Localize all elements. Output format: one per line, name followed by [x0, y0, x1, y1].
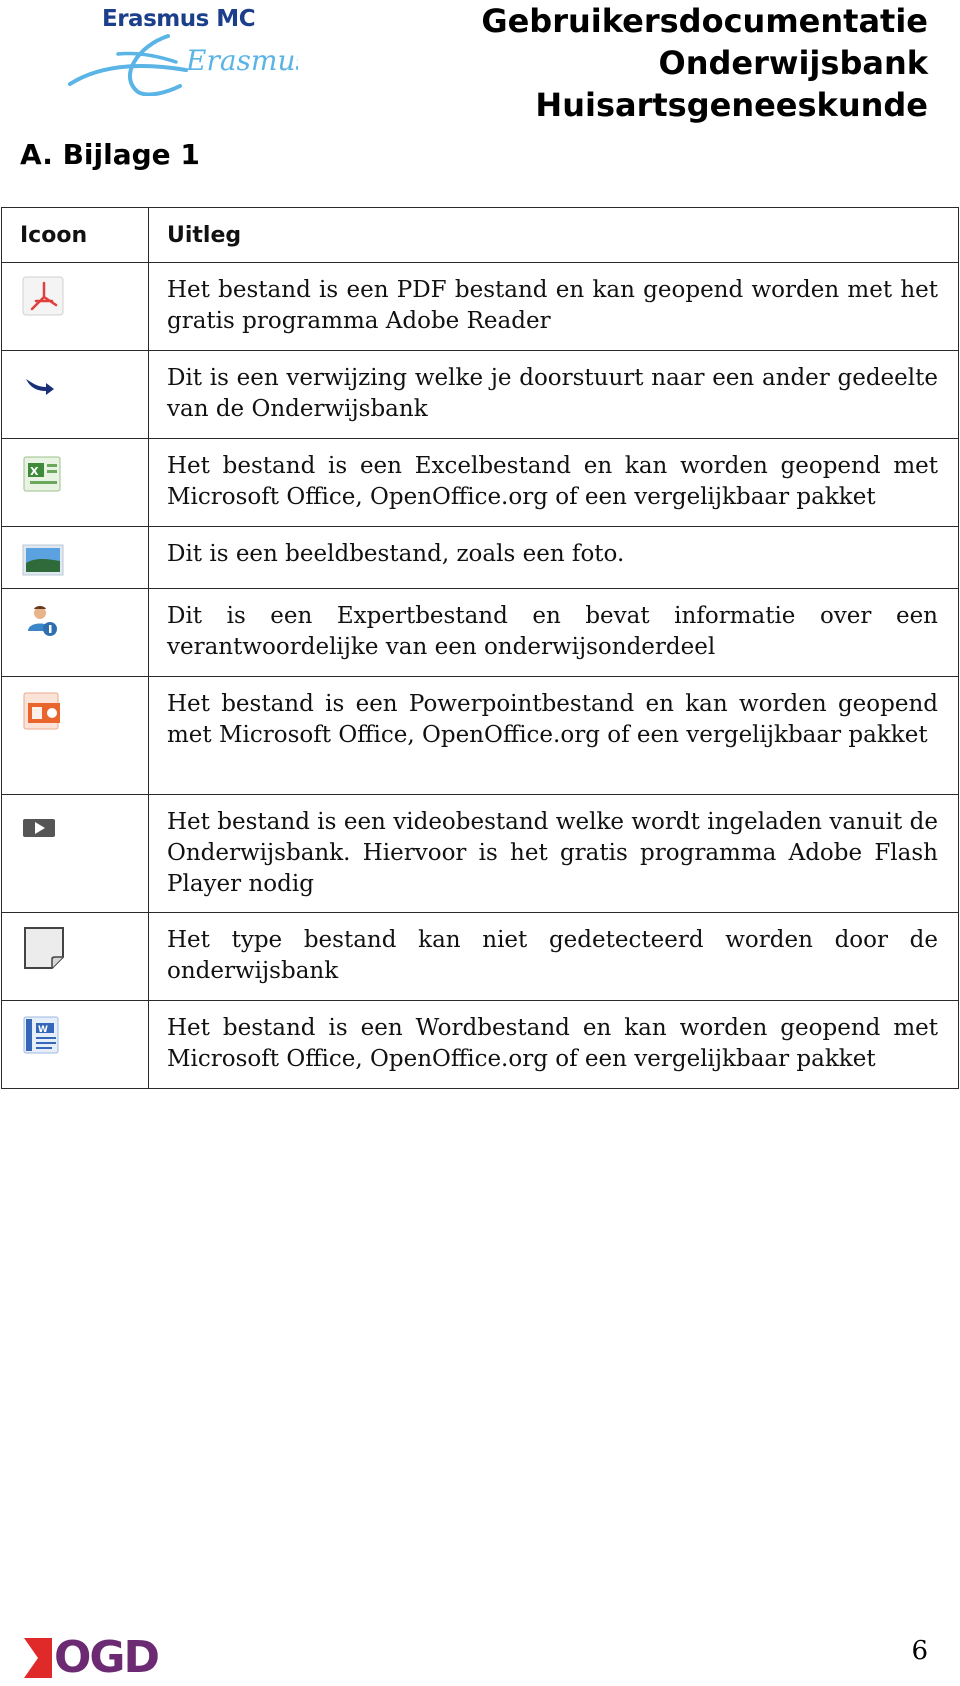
row-text: Dit is een verwijzing welke je doorstuur… — [148, 350, 959, 439]
unknown-file-icon — [24, 927, 64, 969]
row-text: Dit is een beeldbestand, zoals een foto. — [148, 526, 959, 589]
powerpoint-icon — [23, 692, 60, 730]
word-icon: W — [23, 1016, 59, 1054]
row-text: Dit is een Expertbestand en bevat inform… — [148, 588, 959, 677]
table-row: Het bestand is een Powerpointbestand en … — [1, 676, 959, 795]
table-row: Dit is een Expertbestand en bevat inform… — [1, 588, 959, 677]
table-row: Het type bestand kan niet gedetecteerd w… — [1, 912, 959, 1001]
row-text: Het bestand is een PDF bestand en kan ge… — [148, 262, 959, 351]
pdf-icon — [22, 276, 64, 316]
row-text: Het bestand is een videobestand welke wo… — [148, 794, 959, 913]
image-icon — [22, 544, 64, 576]
table-row: Het bestand is een PDF bestand en kan ge… — [1, 262, 959, 351]
header-uitleg: Uitleg — [148, 207, 959, 263]
table-header-row: Icoon Uitleg — [1, 207, 959, 263]
ogd-chevron-icon — [24, 1638, 52, 1678]
link-arrow-icon — [26, 379, 54, 395]
expert-icon — [28, 606, 57, 636]
table-row: X Het bestand is een Excelbestand en kan… — [1, 438, 959, 527]
row-text: Het bestand is een Wordbestand en kan wo… — [148, 1000, 959, 1089]
title-line-1: Gebruikersdocumentatie — [481, 2, 928, 40]
ogd-logo-text: OGD — [54, 1632, 160, 1683]
row-text: Het bestand is een Powerpointbestand en … — [148, 676, 959, 795]
svg-text:W: W — [38, 1025, 48, 1035]
title-line-2: Onderwijsbank — [658, 44, 928, 82]
row-text: Het type bestand kan niet gedetecteerd w… — [148, 912, 959, 1001]
table-row: W Het bestand is een Wordbestand en kan … — [1, 1000, 959, 1089]
excel-icon: X — [23, 456, 61, 492]
erasmus-signature-icon: Erasmus — [68, 34, 298, 96]
row-text: Het bestand is een Excelbestand en kan w… — [148, 438, 959, 527]
icon-legend-table: Icoon Uitleg Het bestand is een PDF best… — [1, 207, 959, 1089]
table-row: Dit is een beeldbestand, zoals een foto. — [1, 526, 959, 589]
document-title: Gebruikersdocumentatie Onderwijsbank Hui… — [481, 0, 928, 126]
table-row: Het bestand is een videobestand welke wo… — [1, 794, 959, 913]
page-number: 6 — [911, 1636, 928, 1666]
svg-text:X: X — [30, 465, 39, 478]
ogd-logo: OGD — [24, 1632, 204, 1684]
erasmus-mc-logo: Erasmus MC Erasmus — [68, 4, 298, 96]
video-icon — [23, 819, 55, 837]
title-line-3: Huisartsgeneeskunde — [535, 86, 928, 124]
signature-text: Erasmus — [185, 44, 298, 77]
section-heading: A. Bijlage 1 — [20, 138, 200, 171]
header-icoon: Icoon — [1, 207, 149, 263]
table-row: Dit is een verwijzing welke je doorstuur… — [1, 350, 959, 439]
